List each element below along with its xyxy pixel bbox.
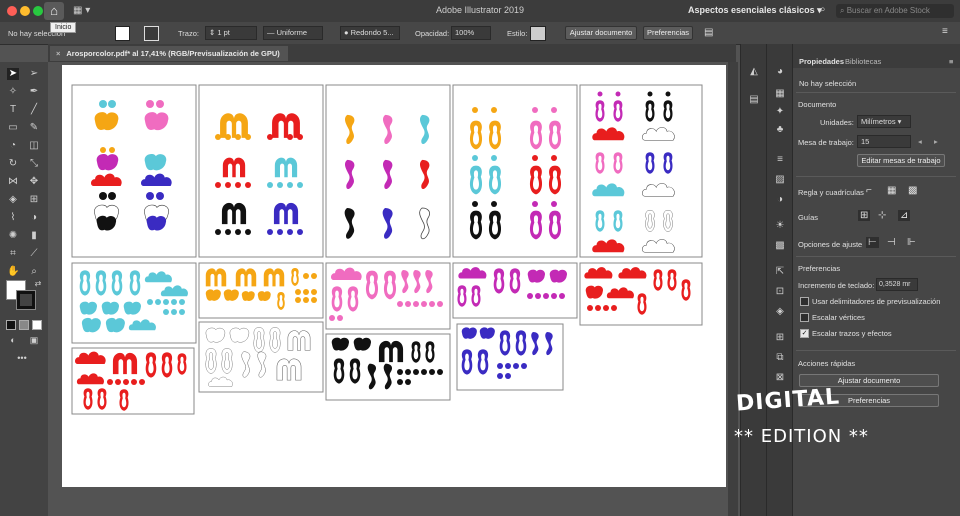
snap-to-pixel-icon[interactable]: ⊣: [887, 237, 896, 248]
properties-panel-icon[interactable]: ◭: [741, 66, 767, 77]
artboard-5: [579, 84, 703, 258]
artwork-svg: [71, 84, 703, 415]
rulers-grids-label: Regla y cuadrículas: [798, 188, 864, 197]
previous-artboard-icon[interactable]: ◂: [918, 137, 922, 146]
artboard-value: 15: [861, 137, 870, 146]
artboard-9: [325, 262, 451, 330]
gradient-panel-icon[interactable]: ▨: [767, 174, 793, 185]
artboard-1: [71, 84, 197, 258]
separator: [796, 256, 956, 257]
transparency-grid-icon[interactable]: ▩: [908, 185, 917, 196]
layers-icon[interactable]: ◈: [767, 306, 793, 317]
snap-options-label: Opciones de ajuste: [798, 240, 863, 249]
panel-options-icon[interactable]: ≡: [949, 57, 953, 66]
pathfinder-icon[interactable]: ⧉: [767, 352, 793, 363]
stroke-panel-icon[interactable]: ≡: [767, 154, 793, 165]
stock-search-input[interactable]: ⌕ Buscar en Adobe Stock: [836, 4, 954, 18]
keyboard-increment-label: Incremento de teclado:: [798, 281, 875, 290]
artboard-13: [579, 262, 703, 326]
separator: [796, 350, 956, 351]
symbols-icon[interactable]: ♣: [767, 124, 793, 135]
watermark-edition: ** EDITION **: [734, 426, 869, 447]
smart-guides-icon[interactable]: ⊿: [898, 210, 911, 221]
preview-bounds-checkbox[interactable]: [800, 297, 809, 306]
color-panel-icon[interactable]: ◕: [767, 66, 793, 77]
separator: [796, 176, 956, 177]
quick-actions-heading: Acciones rápidas: [798, 359, 856, 368]
artboard-14: [71, 347, 195, 415]
artboard-6: [71, 262, 197, 344]
rulers-icon[interactable]: ⌐: [866, 185, 872, 196]
asset-export-icon[interactable]: ⊡: [767, 286, 793, 297]
artboard-11: [452, 262, 578, 319]
no-selection-label: No hay selección: [799, 79, 857, 88]
scale-strokes-checkbox[interactable]: ✓: [800, 329, 809, 338]
snap-to-glyph-icon[interactable]: ⊩: [907, 237, 916, 248]
tab-libraries[interactable]: Bibliotecas: [845, 57, 881, 66]
scale-corners-label: Escalar vértices: [812, 313, 865, 322]
preview-bounds-label: Usar delimitadores de previsualización: [812, 297, 941, 306]
edit-artboards-button[interactable]: Editar mesas de trabajo: [857, 154, 945, 167]
document-heading: Documento: [798, 100, 837, 109]
artboard-7: [198, 262, 324, 319]
home-tooltip: Inicio: [50, 22, 77, 33]
units-value: Milímetros: [861, 117, 896, 126]
artboard-12: [456, 323, 564, 391]
grid-icon[interactable]: ▦: [887, 185, 896, 196]
transparency-icon[interactable]: ◑: [767, 194, 793, 205]
snap-to-point-icon[interactable]: ⊢: [866, 237, 879, 248]
swatches-icon[interactable]: ▦: [767, 88, 793, 99]
artboard-select[interactable]: 15: [857, 135, 911, 148]
export-icon[interactable]: ⇱: [767, 266, 793, 277]
color-guide-icon[interactable]: ▤: [741, 94, 767, 105]
guides-label: Guías: [798, 213, 819, 222]
align-icon[interactable]: ⊞: [767, 332, 793, 343]
lock-guides-icon[interactable]: ⊹: [878, 210, 886, 221]
preferences-heading: Preferencias: [798, 264, 841, 273]
appearance-icon[interactable]: ☀: [767, 220, 793, 231]
artboard-8: [198, 321, 324, 393]
artboard-3: [325, 84, 451, 258]
next-artboard-icon[interactable]: ▸: [934, 137, 938, 146]
brushes-icon[interactable]: ✦: [767, 106, 793, 117]
artboard-label: Mesa de trabajo:: [798, 138, 854, 147]
units-label: Unidades:: [820, 118, 854, 127]
artboard-2: [198, 84, 324, 258]
artboard-10: [325, 333, 451, 401]
separator: [796, 92, 956, 93]
artboard-4: [452, 84, 578, 258]
keyboard-increment-field[interactable]: 0,3528 mr: [876, 278, 918, 291]
show-guides-icon[interactable]: ⊞: [858, 210, 871, 221]
transform-icon[interactable]: ⊠: [767, 372, 793, 383]
tab-properties[interactable]: Propiedades: [799, 57, 844, 66]
vertical-scrollbar[interactable]: [728, 62, 738, 516]
graphic-styles-icon[interactable]: ▩: [767, 240, 793, 251]
stock-search-placeholder: Buscar en Adobe Stock: [846, 6, 930, 15]
scale-corners-checkbox[interactable]: [800, 313, 809, 322]
units-select[interactable]: Milímetros ▾: [857, 115, 911, 128]
scale-strokes-label: Escalar trazos y efectos: [812, 329, 892, 338]
find-icon[interactable]: ⌕: [820, 4, 826, 15]
panel-menu-icon[interactable]: ≡: [942, 26, 948, 37]
